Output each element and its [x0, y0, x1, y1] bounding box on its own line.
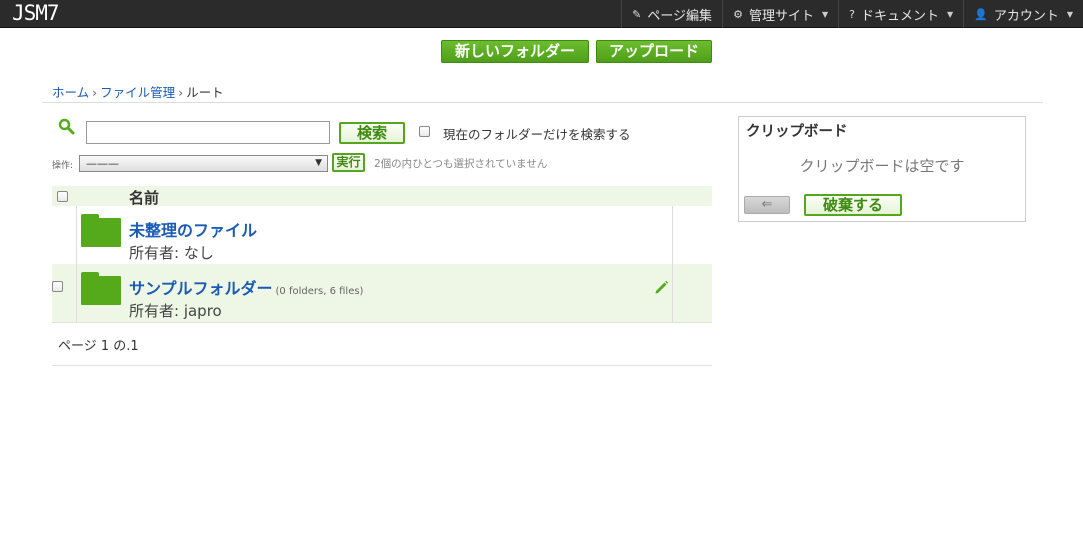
breadcrumb-file-management[interactable]: ファイル管理 — [100, 85, 175, 100]
nav-documents[interactable]: ? ドキュメント ▼ — [838, 0, 963, 28]
new-folder-button[interactable]: 新しいフォルダー — [441, 40, 589, 63]
search-icon — [58, 118, 75, 135]
current-folder-only-label: 現在のフォルダーだけを検索する — [443, 127, 631, 142]
pagination-info: ページ 1 の.1 — [58, 339, 139, 354]
folder-owner: 所有者: japro — [129, 302, 222, 320]
row-checkbox[interactable] — [52, 281, 63, 292]
nav-account[interactable]: 👤 アカウント ▼ — [963, 0, 1083, 28]
pencil-icon: ✎ — [632, 7, 642, 21]
clipboard-discard-button[interactable]: 破棄する — [804, 194, 902, 216]
caret-down-icon: ▼ — [821, 9, 829, 19]
operation-selected-value: ——— — [86, 157, 119, 170]
question-circle-icon: ? — [849, 7, 855, 21]
caret-down-icon: ▼ — [946, 9, 954, 19]
breadcrumb: ホーム › ファイル管理 › ルート — [52, 85, 224, 100]
user-icon: 👤 — [974, 7, 988, 21]
top-navbar: JSM7 ✎ ページ編集 ⚙ 管理サイト ▼ ? ドキュメント ▼ 👤 アカウン… — [0, 0, 1083, 28]
operation-select[interactable]: ——— ▼ — [79, 155, 328, 172]
run-button[interactable]: 実行 — [332, 153, 365, 172]
column-name-header: 名前 — [129, 189, 160, 207]
search-button[interactable]: 検索 — [339, 122, 405, 144]
clipboard-title: クリップボード — [746, 124, 848, 140]
folder-icon[interactable] — [81, 272, 121, 305]
current-folder-only-checkbox[interactable] — [419, 126, 430, 137]
breadcrumb-current: ルート — [186, 85, 224, 100]
nav-admin-site-label: 管理サイト — [748, 8, 814, 24]
clipboard-empty-message: クリップボードは空です — [799, 157, 965, 175]
select-all-checkbox[interactable] — [57, 191, 68, 202]
nav-page-edit-label: ページ編集 — [647, 8, 713, 24]
folder-icon[interactable] — [81, 214, 121, 247]
upload-button[interactable]: アップロード — [596, 40, 712, 63]
nav-page-edit[interactable]: ✎ ページ編集 — [621, 0, 722, 28]
nav-admin-site[interactable]: ⚙ 管理サイト ▼ — [722, 0, 838, 28]
selection-hint: 2個の内ひとつも選択されていません — [374, 158, 548, 170]
breadcrumb-home[interactable]: ホーム — [52, 85, 89, 100]
folder-name-link[interactable]: 未整理のファイル — [129, 217, 257, 241]
top-nav: ✎ ページ編集 ⚙ 管理サイト ▼ ? ドキュメント ▼ 👤 アカウント ▼ — [621, 0, 1083, 28]
operation-label: 操作: — [52, 161, 74, 171]
nav-account-label: アカウント — [993, 8, 1059, 24]
table-row: サンプルフォルダー (0 folders, 6 files) 所有者: japro — [52, 264, 712, 322]
divider — [42, 102, 1043, 103]
clipboard-back-button[interactable]: ⇐ — [744, 196, 790, 214]
select-arrow-icon: ▼ — [315, 158, 322, 168]
edit-pencil-icon[interactable] — [654, 280, 669, 295]
clipboard-panel: クリップボード クリップボードは空です ⇐ 破棄する — [738, 116, 1026, 222]
table-row: 未整理のファイル 所有者: なし — [52, 206, 712, 264]
caret-down-icon: ▼ — [1066, 9, 1073, 19]
folder-meta: (0 folders, 6 files) — [275, 286, 364, 297]
folder-owner: 所有者: なし — [129, 244, 214, 262]
app-logo[interactable]: JSM7 — [12, 1, 60, 25]
nav-documents-label: ドキュメント — [860, 8, 939, 24]
search-input[interactable] — [86, 121, 330, 144]
table-header: 名前 — [52, 186, 712, 207]
folder-name-link[interactable]: サンプルフォルダー (0 folders, 6 files) — [129, 275, 363, 299]
gear-icon: ⚙ — [733, 7, 743, 21]
